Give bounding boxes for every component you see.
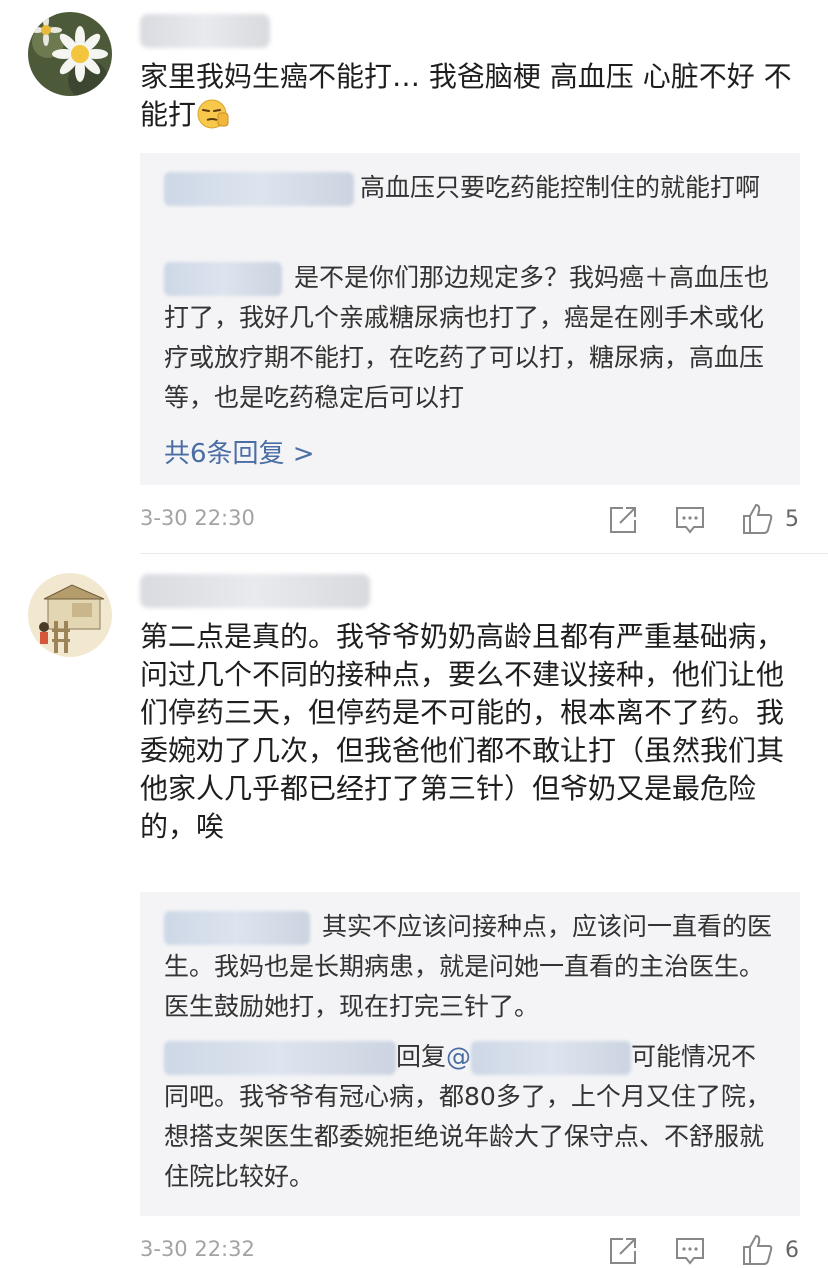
mention-link[interactable]: @	[446, 1041, 632, 1075]
reply-item[interactable]: 其实不应该问接种点，应该问一直看的医生。我妈也是长期病患，就是问她一直看的主治医…	[164, 907, 776, 1027]
comment-timestamp: 3-30 22:32	[140, 1237, 255, 1261]
reply-item[interactable]: 高血压只要吃药能控制住的就能打啊	[164, 168, 776, 208]
illustration-avatar-image	[28, 573, 112, 657]
emoji-icon	[197, 99, 229, 129]
thumbs-up-icon[interactable]	[741, 1233, 775, 1267]
reply-username-blurred[interactable]	[164, 172, 354, 206]
mention-username-blurred[interactable]	[471, 1041, 632, 1075]
comment-2: 第二点是真的。我爷爷奶奶高龄且都有严重基础病，问过几个不同的接种点，要么不建议接…	[0, 554, 828, 1267]
reply-username-blurred[interactable]	[164, 911, 310, 945]
comment-timestamp: 3-30 22:30	[140, 506, 255, 530]
like-count: 6	[785, 1238, 799, 1263]
reply-item[interactable]: 是不是你们那边规定多？我妈癌＋高血压也打了，我好几个亲戚糖尿病也打了，癌是在刚手…	[164, 258, 776, 418]
thumbs-up-icon[interactable]	[741, 502, 775, 536]
comment-icon[interactable]	[673, 1234, 707, 1268]
username-blurred[interactable]	[140, 574, 370, 608]
reply-username-blurred[interactable]	[164, 262, 282, 296]
view-more-replies-link[interactable]: 共6条回复 >	[164, 433, 315, 470]
username-blurred[interactable]	[140, 14, 270, 48]
avatar[interactable]	[28, 12, 112, 96]
comment-text: 第二点是真的。我爷爷奶奶高龄且都有严重基础病，问过几个不同的接种点，要么不建议接…	[140, 620, 785, 843]
share-icon[interactable]	[606, 503, 640, 537]
share-icon[interactable]	[606, 1234, 640, 1268]
flower-avatar-image	[28, 12, 112, 96]
comment-icon[interactable]	[673, 503, 707, 537]
like-count: 5	[785, 507, 799, 532]
replies-panel: 高血压只要吃药能控制住的就能打啊 是不是你们那边规定多？我妈癌＋高血压也打了，我…	[140, 153, 800, 485]
avatar[interactable]	[28, 573, 112, 657]
comment-text: 家里我妈生癌不能打… 我爸脑梗 高血压 心脏不好 不能打	[140, 60, 792, 131]
replies-panel: 其实不应该问接种点，应该问一直看的医生。我妈也是长期病患，就是问她一直看的主治医…	[140, 892, 800, 1216]
reply-username-blurred[interactable]	[164, 1041, 396, 1075]
comment-1: 家里我妈生癌不能打… 我爸脑梗 高血压 心脏不好 不能打 高血压只要吃药能控制住…	[0, 0, 828, 555]
reply-item[interactable]: 回复@ 可能情况不同吧。我爷爷有冠心病，都80多了，上个月又住了院，想搭支架医生都…	[164, 1037, 776, 1197]
